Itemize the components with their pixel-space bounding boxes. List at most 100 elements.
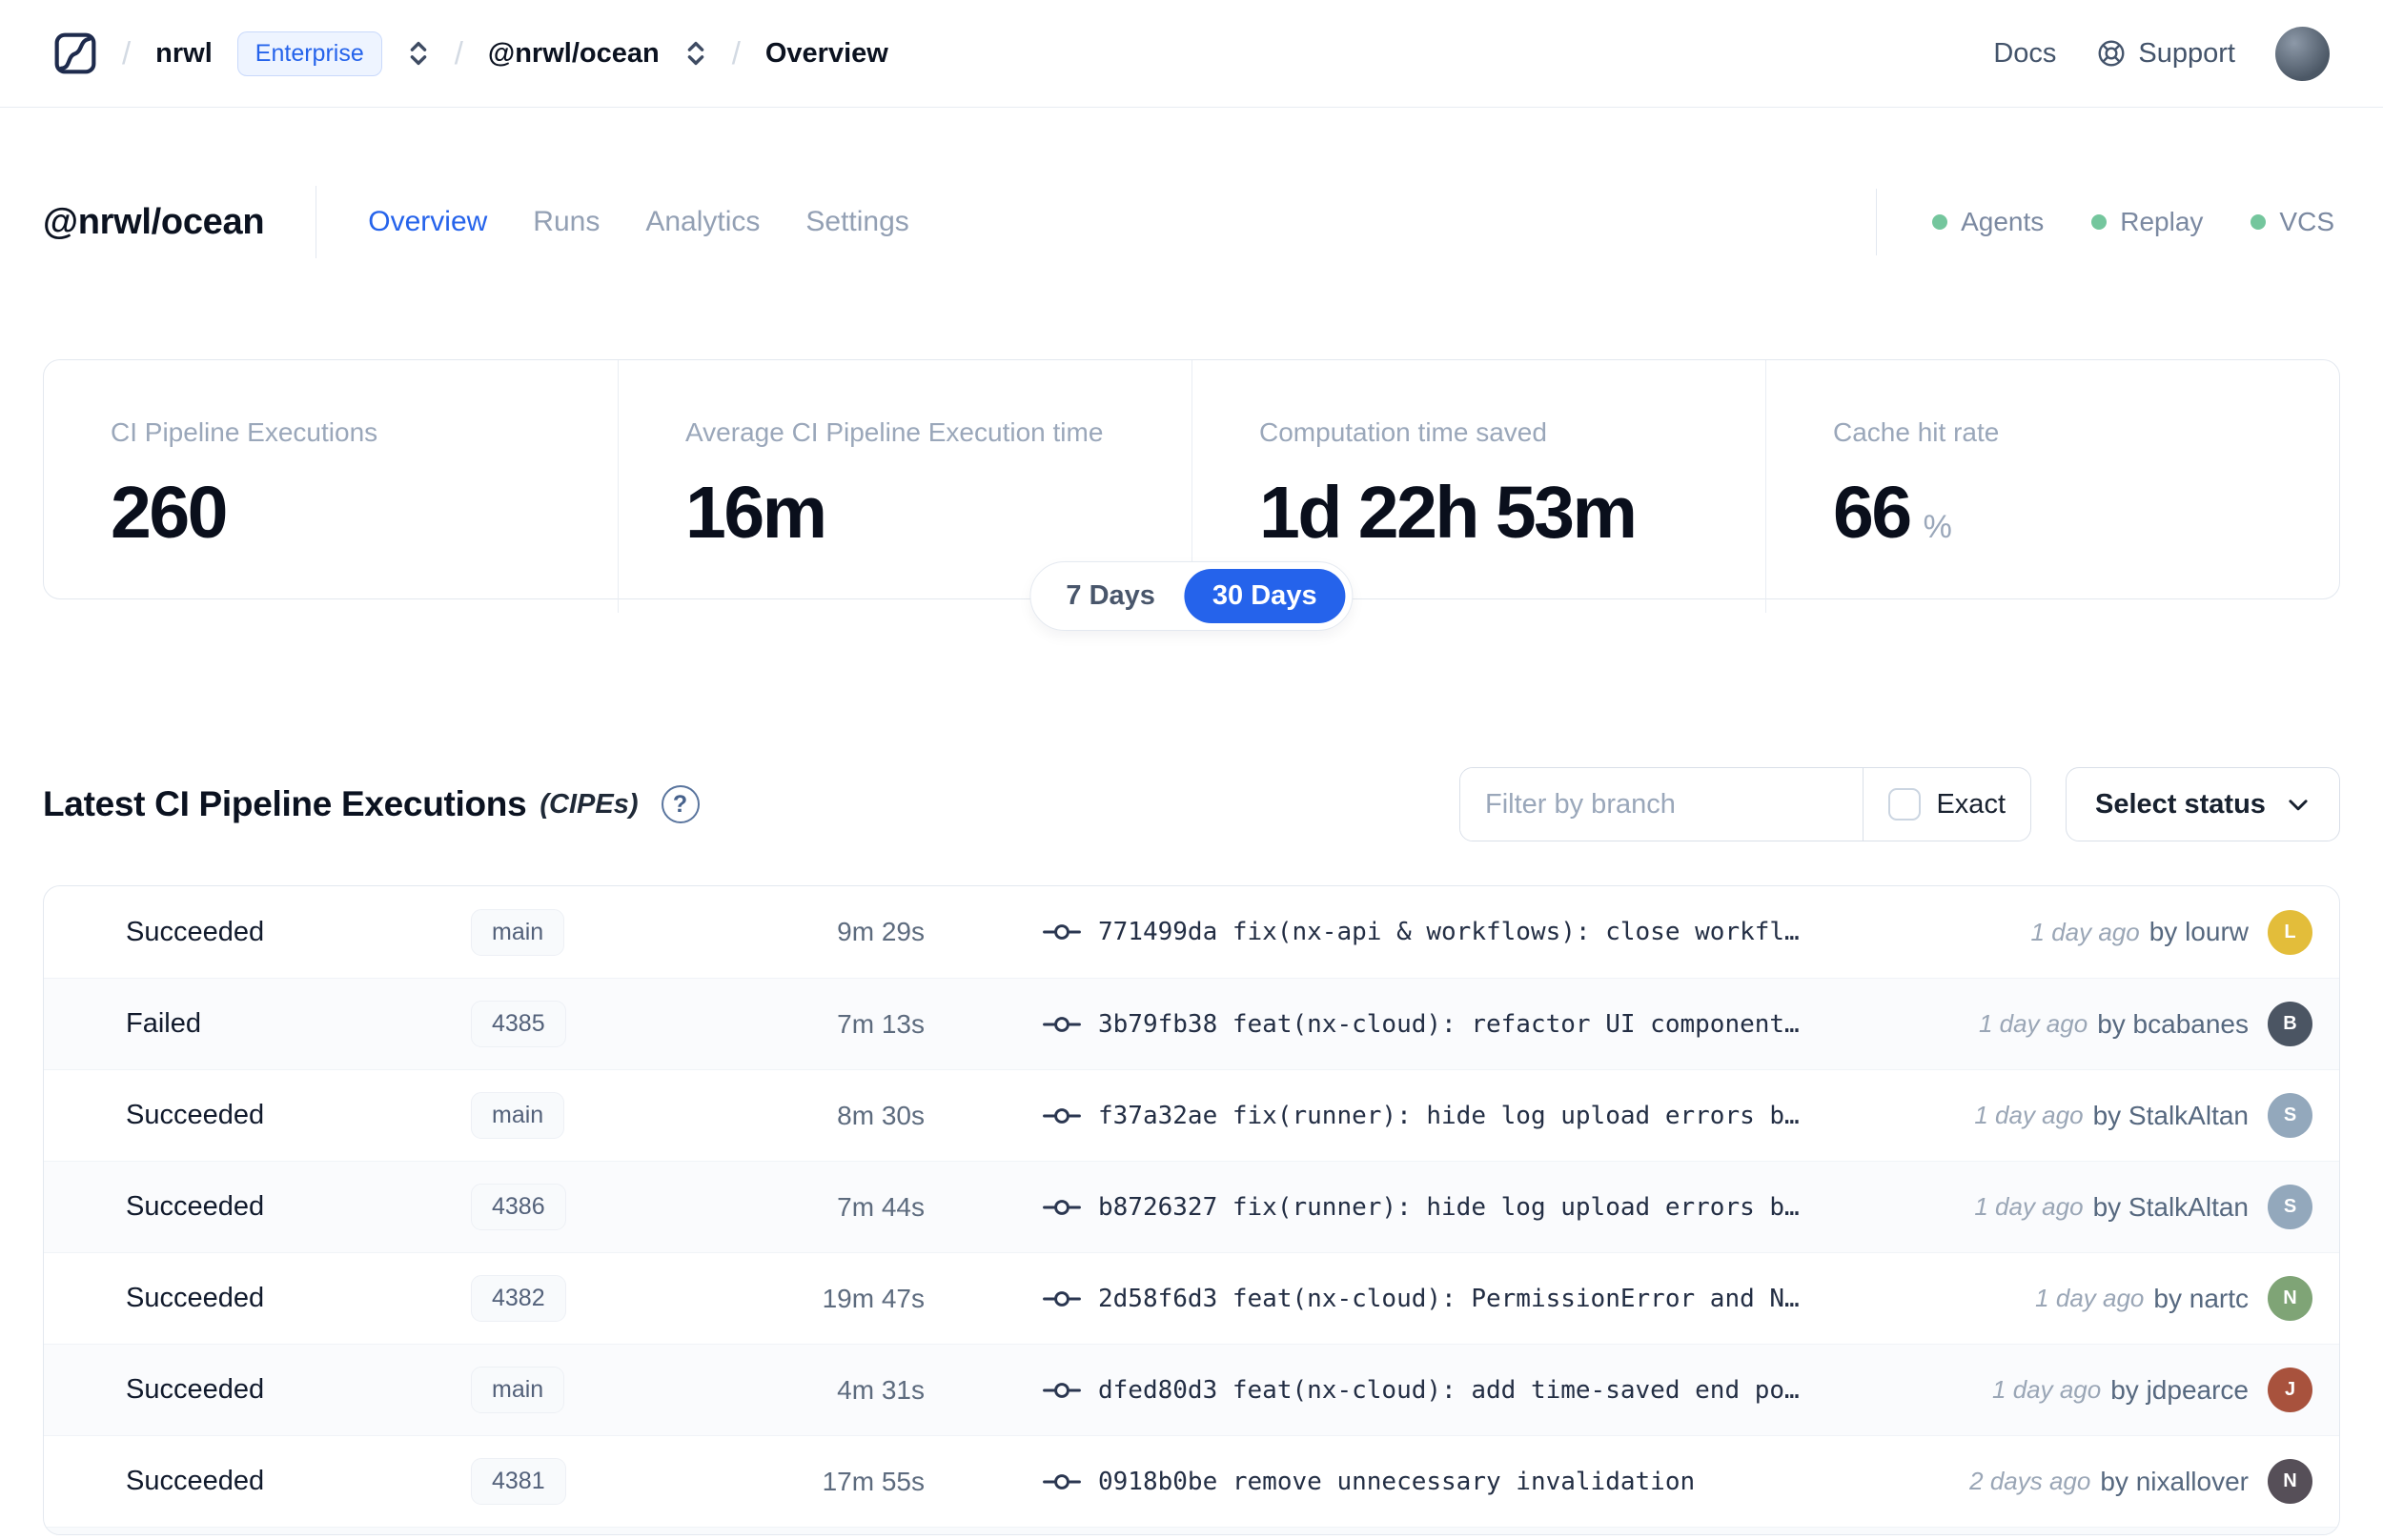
org-switcher-icon[interactable] xyxy=(407,37,430,70)
commit-cell: 3b79fb38 feat(nx-cloud): refactor UI com… xyxy=(925,1010,1979,1039)
duration-label: 7m 13s xyxy=(837,1008,925,1039)
commit-message[interactable]: 2d58f6d3 feat(nx-cloud): PermissionError… xyxy=(1098,1285,1800,1313)
author-avatar[interactable]: J xyxy=(2268,1368,2312,1412)
breadcrumb-separator: / xyxy=(122,35,132,71)
table-row[interactable]: Succeeded main 8m 30s f37a32ae fix(runner):… xyxy=(44,1069,2339,1161)
range-option-7-days[interactable]: 7 Days xyxy=(1037,569,1184,623)
tab-runs[interactable]: Runs xyxy=(533,206,600,238)
row-meta: 2 days ago by nixallover N xyxy=(1969,1459,2312,1504)
stat-card: CI Pipeline Executions 260 xyxy=(44,360,618,613)
commit-message[interactable]: f37a32ae fix(runner): hide log upload er… xyxy=(1098,1102,1800,1130)
author-label: by jdpearce xyxy=(2110,1374,2249,1405)
branch-badge[interactable]: main xyxy=(471,908,565,956)
status-select-button[interactable]: Select status xyxy=(2066,767,2340,841)
help-icon[interactable]: ? xyxy=(661,785,700,823)
service-label: Agents xyxy=(1961,207,2045,236)
table-row[interactable]: Succeeded 4381 17m 55s 0918b0be remove unne… xyxy=(44,1435,2339,1527)
git-commit-icon xyxy=(1043,1014,1081,1035)
commit-message[interactable]: 771499da fix(nx-api & workflows): close … xyxy=(1098,918,1800,946)
git-commit-icon xyxy=(1043,1471,1081,1492)
support-label: Support xyxy=(2138,37,2235,69)
row-meta: 1 day ago by StalkAltan S xyxy=(1974,1093,2312,1138)
docs-link[interactable]: Docs xyxy=(1993,38,2056,70)
status-label: Succeeded xyxy=(126,1283,265,1313)
status-label: Succeeded xyxy=(126,1374,265,1405)
breadcrumb-separator: / xyxy=(454,35,463,71)
status-dot xyxy=(2091,214,2108,230)
table-row[interactable]: Succeeded 4382 19m 47s 2d58f6d3 feat(nx-clo… xyxy=(44,1252,2339,1344)
row-meta: 1 day ago by StalkAltan S xyxy=(1974,1185,2312,1229)
branch-badge[interactable]: main xyxy=(471,1092,565,1139)
stat-label: Computation time saved xyxy=(1259,417,1547,447)
workspace-tabs: Overview Runs Analytics Settings xyxy=(368,206,909,238)
status-dot xyxy=(1932,214,1948,230)
nx-cloud-logo-icon[interactable] xyxy=(53,31,97,75)
support-link[interactable]: Support xyxy=(2096,38,2235,70)
stat-suffix: % xyxy=(1923,509,1952,545)
branch-badge[interactable]: 4385 xyxy=(471,1001,566,1047)
row-meta: 1 day ago by lourw L xyxy=(2031,909,2312,955)
tab-analytics[interactable]: Analytics xyxy=(645,206,760,238)
workspace-header: @nrwl/ocean Overview Runs Analytics Setting… xyxy=(43,169,2340,275)
divider xyxy=(1876,189,1878,255)
status-dot xyxy=(2251,214,2267,230)
git-commit-icon xyxy=(1043,1380,1081,1401)
branch-badge[interactable]: main xyxy=(471,1367,565,1413)
top-navbar: / nrwl Enterprise / @nrwl/ocean / Overvi… xyxy=(0,0,2383,108)
status-label: Succeeded xyxy=(126,916,265,947)
workspace-title: @nrwl/ocean xyxy=(43,201,265,242)
branch-badge[interactable]: 4381 xyxy=(471,1458,566,1505)
commit-message[interactable]: 0918b0be remove unnecessary invalidation xyxy=(1098,1468,1695,1496)
service-agents: Agents xyxy=(1932,207,2044,237)
breadcrumb-org[interactable]: nrwl xyxy=(155,38,213,70)
tab-settings[interactable]: Settings xyxy=(805,206,908,238)
exact-toggle[interactable]: Exact xyxy=(1864,768,2030,841)
breadcrumb-workspace[interactable]: @nrwl/ocean xyxy=(488,38,660,70)
commit-message[interactable]: 3b79fb38 feat(nx-cloud): refactor UI com… xyxy=(1098,1010,1800,1039)
branch-cell: 4386 xyxy=(471,1184,671,1230)
author-label: by nixallover xyxy=(2100,1466,2249,1496)
commit-message[interactable]: b8726327 fix(runner): hide log upload er… xyxy=(1098,1193,1800,1222)
branch-badge[interactable]: 4386 xyxy=(471,1184,566,1230)
table-row[interactable]: Failed 4385 7m 13s 3b79fb38 feat(nx-cloud):… xyxy=(44,978,2339,1069)
stat-label: Cache hit rate xyxy=(1833,417,2000,447)
git-commit-icon xyxy=(1043,1105,1081,1126)
tab-overview[interactable]: Overview xyxy=(368,206,487,238)
author-avatar[interactable]: L xyxy=(2268,909,2312,955)
author-avatar[interactable]: S xyxy=(2268,1185,2312,1229)
duration-label: 9m 29s xyxy=(837,917,925,946)
range-option-30-days[interactable]: 30 Days xyxy=(1183,569,1346,623)
author-avatar[interactable]: B xyxy=(2268,1002,2312,1046)
status-label: Succeeded xyxy=(126,1100,265,1130)
stat-card: Cache hit rate 66% xyxy=(1765,360,2339,613)
duration-label: 8m 30s xyxy=(837,1100,925,1130)
table-row[interactable]: Succeeded main 9m 29s 771499da fix(nx-api &… xyxy=(44,886,2339,978)
time-ago-label: 1 day ago xyxy=(2035,1284,2145,1312)
exact-checkbox[interactable] xyxy=(1888,788,1922,821)
time-ago-label: 2 days ago xyxy=(1969,1467,2091,1495)
workspace-switcher-icon[interactable] xyxy=(684,37,707,70)
author-avatar[interactable]: S xyxy=(2268,1093,2312,1138)
table-row[interactable]: Succeeded main 4m 31s dfed80d3 feat(nx-clou… xyxy=(44,1344,2339,1435)
author-avatar[interactable]: N xyxy=(2268,1459,2312,1504)
breadcrumb-separator: / xyxy=(731,35,741,71)
service-label: Replay xyxy=(2120,207,2204,236)
branch-filter-input[interactable] xyxy=(1460,768,1864,841)
author-label: by StalkAltan xyxy=(2092,1100,2249,1130)
user-avatar[interactable] xyxy=(2275,26,2330,81)
commit-message[interactable]: dfed80d3 feat(nx-cloud): add time-saved … xyxy=(1098,1376,1800,1405)
exact-label: Exact xyxy=(1936,788,2006,820)
duration-label: 4m 31s xyxy=(837,1374,925,1405)
branch-filter-group: Exact xyxy=(1459,767,2031,841)
branch-badge[interactable]: 4382 xyxy=(471,1275,566,1322)
time-ago-label: 1 day ago xyxy=(1974,1192,2084,1221)
row-meta: 1 day ago by bcabanes B xyxy=(1979,1002,2312,1046)
duration-label: 17m 55s xyxy=(822,1466,925,1496)
table-row[interactable]: Succeeded 4386 7m 44s b8726327 fix(runner):… xyxy=(44,1161,2339,1252)
service-vcs: VCS xyxy=(2251,207,2334,237)
stat-label: CI Pipeline Executions xyxy=(111,417,378,447)
table-row-partial xyxy=(44,1527,2339,1534)
time-ago-label: 1 day ago xyxy=(1974,1101,2084,1129)
row-meta: 1 day ago by jdpearce J xyxy=(1992,1368,2312,1412)
author-avatar[interactable]: N xyxy=(2268,1276,2312,1321)
